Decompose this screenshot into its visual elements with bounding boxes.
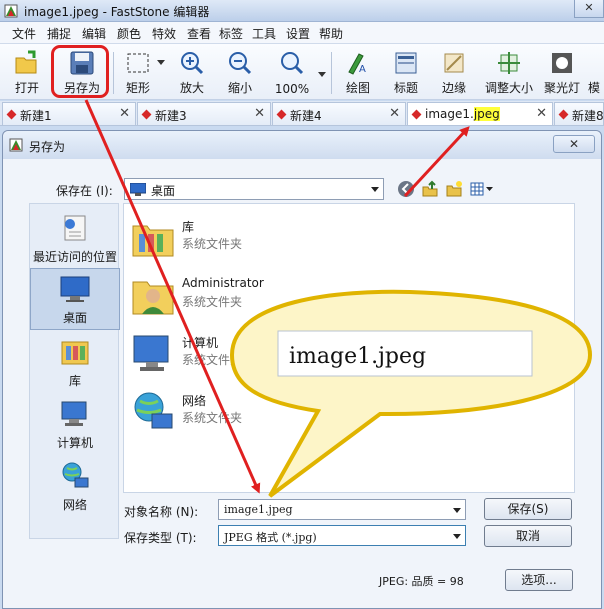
annotation-overlay	[84, 99, 593, 498]
red-arrow-to-filename	[84, 99, 261, 494]
speech-callout	[229, 289, 593, 498]
callout-filename-zoom: image1.jpeg	[289, 344, 427, 369]
red-arrow-to-tab	[403, 126, 470, 198]
